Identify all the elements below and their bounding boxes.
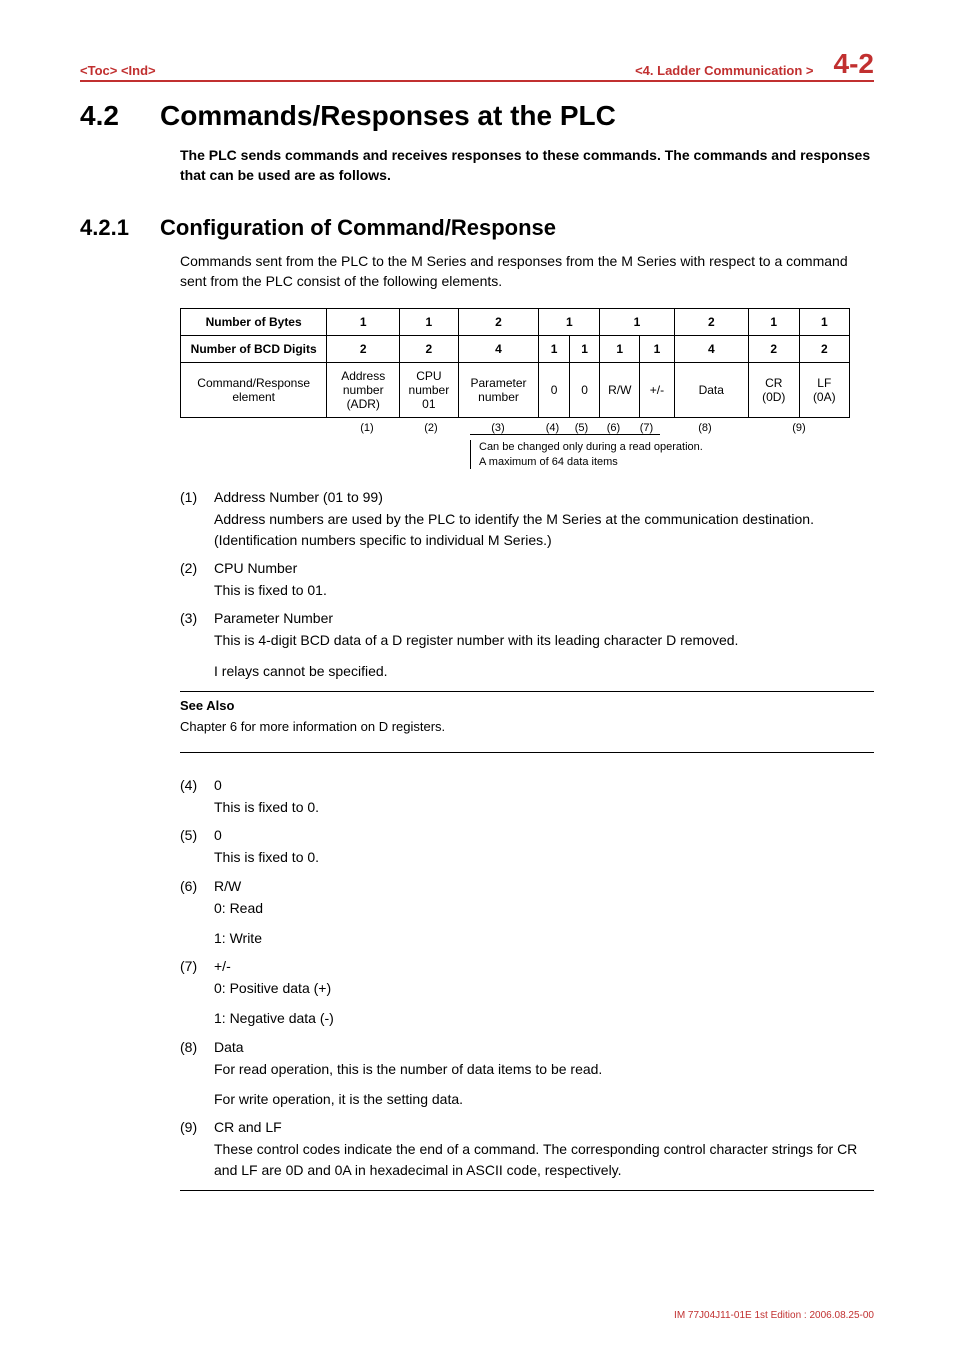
page: <Toc> <Ind> <4. Ladder Communication > 4… [0, 0, 954, 1351]
table-row: Command/Response element Address number … [181, 362, 850, 417]
table-note: Can be changed only during a read operat… [470, 440, 874, 470]
table-note-line: A maximum of 64 data items [479, 455, 874, 470]
subsection-intro: Commands sent from the PLC to the M Seri… [180, 251, 874, 292]
header-page-number: 4-2 [834, 50, 874, 78]
list-item: (2) CPU Number [180, 560, 874, 576]
list-item: (8) Data [180, 1039, 874, 1055]
item-body: This is fixed to 0. [214, 797, 874, 817]
item-body: These control codes indicate the end of … [214, 1139, 874, 1180]
section-heading: 4.2Commands/Responses at the PLC [80, 100, 874, 132]
header-left[interactable]: <Toc> <Ind> [80, 63, 156, 78]
subsection-heading: 4.2.1Configuration of Command/Response [80, 215, 874, 241]
row-label: Command/Response element [181, 362, 327, 417]
item-body: I relays cannot be specified. [214, 661, 874, 681]
list-item: (5) 0 [180, 827, 874, 843]
command-response-table: Number of Bytes 1 1 2 1 1 2 1 1 Number o… [180, 308, 850, 418]
item-body: For read operation, this is the number o… [214, 1059, 874, 1079]
item-list: (1) Address Number (01 to 99) [180, 489, 874, 505]
item-body: 0: Positive data (+) [214, 978, 874, 998]
horizontal-rule [180, 1190, 874, 1191]
item-body: 1: Negative data (-) [214, 1008, 874, 1028]
list-item: (3) Parameter Number [180, 610, 874, 626]
table-row: Number of Bytes 1 1 2 1 1 2 1 1 [181, 308, 850, 335]
list-item: (9) CR and LF [180, 1119, 874, 1135]
item-body: 1: Write [214, 928, 874, 948]
subsection-number: 4.2.1 [80, 215, 160, 241]
page-footer: IM 77J04J11-01E 1st Edition : 2006.08.25… [674, 1310, 874, 1321]
list-item: (1) Address Number (01 to 99) [180, 489, 874, 505]
item-body: Address numbers are used by the PLC to i… [214, 509, 874, 550]
page-header: <Toc> <Ind> <4. Ladder Communication > 4… [80, 50, 874, 82]
list-item: (4) 0 [180, 777, 874, 793]
item-body: For write operation, it is the setting d… [214, 1089, 874, 1109]
section-intro: The PLC sends commands and receives resp… [180, 146, 874, 185]
see-also-body: Chapter 6 for more information on D regi… [180, 719, 874, 753]
section-title: Commands/Responses at the PLC [160, 100, 616, 131]
table-row: Number of BCD Digits 2 2 4 1 1 1 1 4 2 2 [181, 335, 850, 362]
subsection-title: Configuration of Command/Response [160, 215, 556, 240]
item-body: This is fixed to 01. [214, 580, 874, 600]
item-body: 0: Read [214, 898, 874, 918]
row-label: Number of Bytes [181, 308, 327, 335]
item-body: This is 4-digit BCD data of a D register… [214, 630, 874, 650]
row-label: Number of BCD Digits [181, 335, 327, 362]
header-center: <4. Ladder Communication > [156, 63, 814, 78]
table-footnote-numbers: (1) (2) (3) (4) (5) (6) (7) (8) (9) [180, 422, 850, 434]
section-number: 4.2 [80, 100, 160, 132]
table-note-line: Can be changed only during a read operat… [479, 440, 874, 455]
item-body: This is fixed to 0. [214, 847, 874, 867]
list-item: (6) R/W [180, 878, 874, 894]
see-also-heading: See Also [180, 691, 874, 713]
list-item: (7) +/- [180, 958, 874, 974]
